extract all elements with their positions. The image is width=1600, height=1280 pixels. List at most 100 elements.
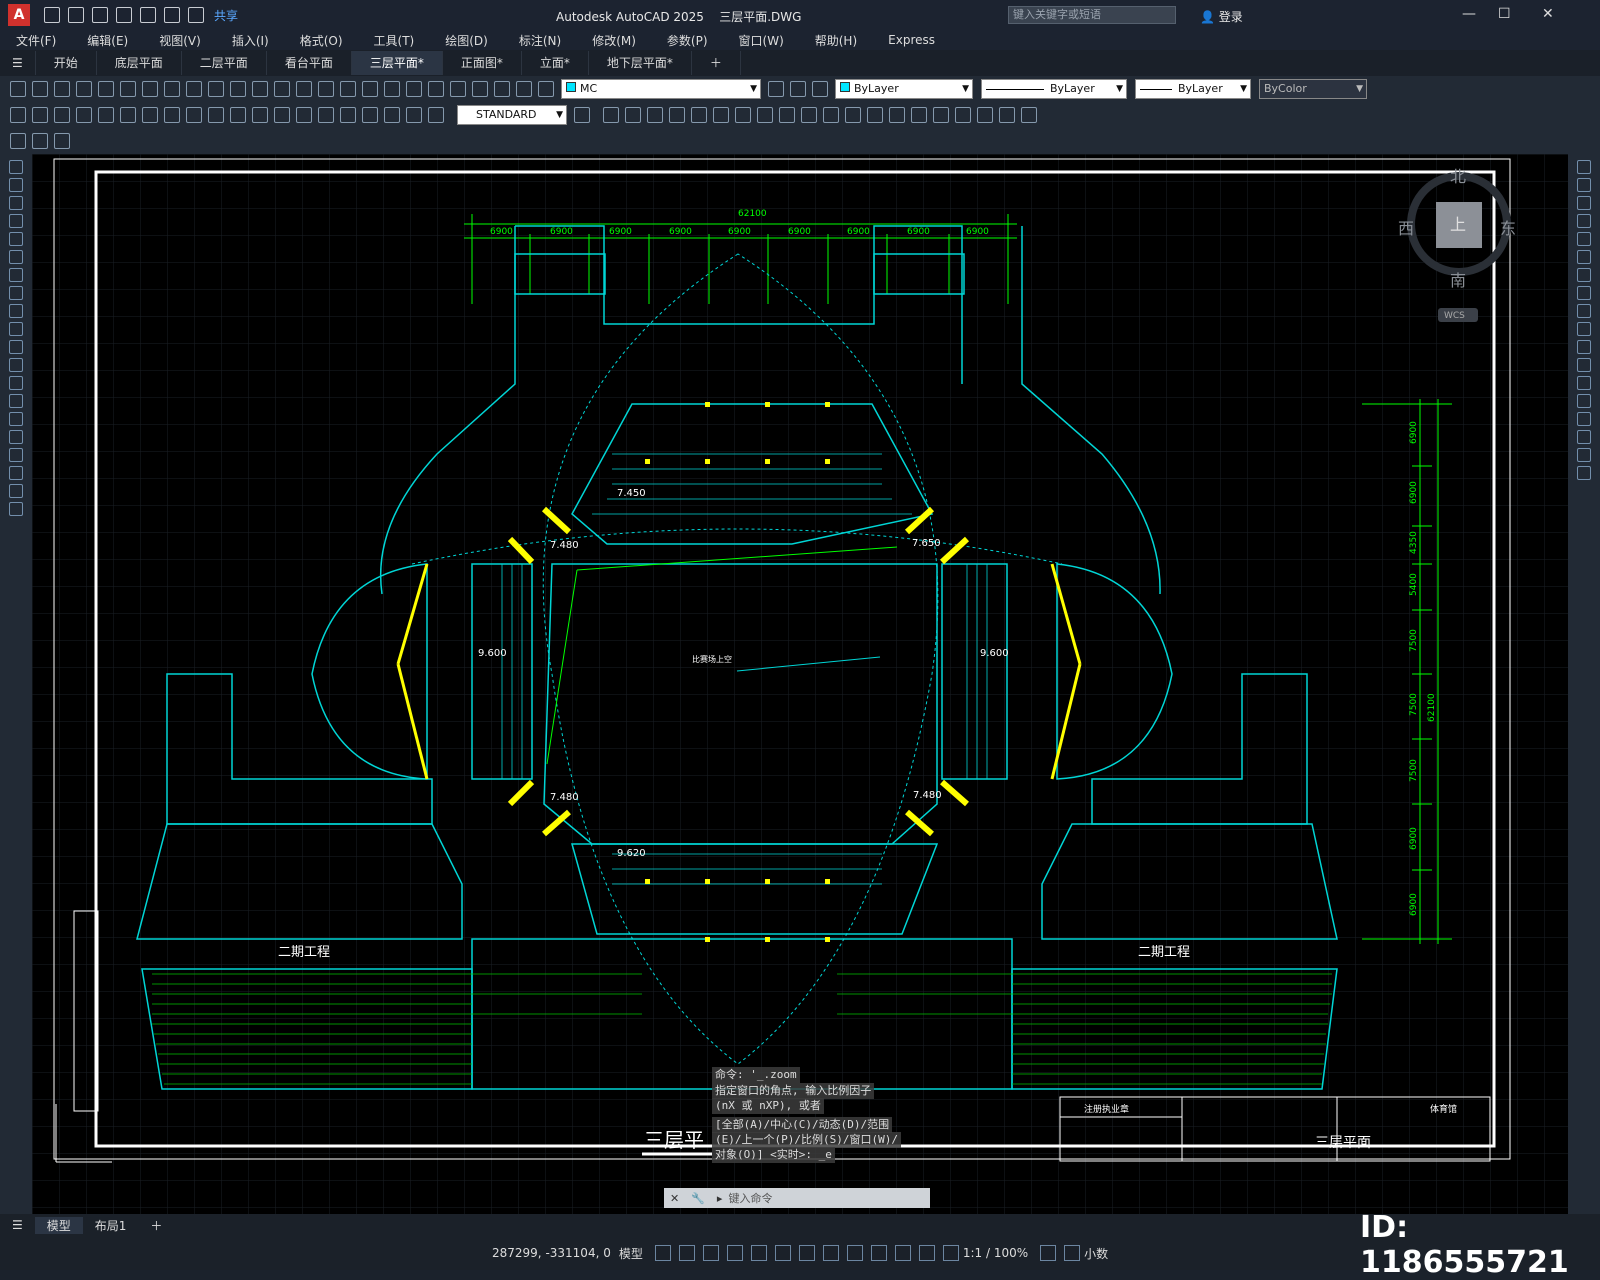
insert-icon[interactable] [955,107,971,123]
chamfer-icon[interactable] [1577,412,1591,426]
pan-icon[interactable] [274,81,290,97]
radius-icon[interactable] [98,107,114,123]
rectangle-icon[interactable] [9,232,23,246]
menu-dimension[interactable]: 标注(N) [503,32,576,49]
layer-dropdown[interactable]: MC ▼ [561,79,761,99]
rotate-icon[interactable] [713,107,729,123]
explode-icon[interactable] [1577,466,1591,480]
scale-icon[interactable] [1577,286,1591,300]
continue-icon[interactable] [230,107,246,123]
command-line[interactable]: ✕ 🔧 ▸ 键入命令 [664,1188,930,1208]
erase-icon[interactable] [1577,160,1591,174]
tab-second-floor[interactable]: 二层平面 [182,51,267,75]
new-icon[interactable] [44,7,60,23]
trim-icon[interactable] [1577,322,1591,336]
tab-front-view[interactable]: 正面图* [443,51,522,75]
line-icon[interactable] [9,160,23,174]
scale-icon[interactable] [735,107,751,123]
viewcube-north[interactable]: 北 [1450,167,1466,186]
tab-stand-plan[interactable]: 看台平面 [267,51,352,75]
ortho-icon[interactable] [702,1245,719,1261]
osnap-icon[interactable] [798,1245,815,1261]
layer-previous-icon[interactable] [790,81,806,97]
maximize-icon[interactable]: ☐ [1498,6,1511,22]
units-readout[interactable]: 小数 [1084,1245,1108,1262]
make-block-icon[interactable] [9,376,23,390]
blend-icon[interactable] [1577,448,1591,462]
hamburger-icon[interactable]: ☰ [0,51,36,75]
polygon-icon[interactable] [9,214,23,228]
grid-icon[interactable] [654,1245,671,1261]
command-input-field[interactable]: 键入命令 [728,1190,772,1206]
break-icon[interactable] [1577,376,1591,390]
menu-tools[interactable]: 工具(T) [358,32,430,49]
save-icon[interactable] [92,7,108,23]
tab-model[interactable]: 模型 [34,1216,83,1234]
wrench-icon[interactable]: 🔧 [691,1192,705,1205]
sun-icon[interactable] [538,81,554,97]
jogged-linear-icon[interactable] [362,107,378,123]
menu-format[interactable]: 格式(O) [284,32,358,49]
menu-parameter[interactable]: 参数(P) [651,32,723,49]
tab-third-floor[interactable]: 三层平面* [351,51,443,75]
dim-break-icon[interactable] [274,107,290,123]
new-icon[interactable] [10,81,26,97]
color-dropdown[interactable]: ByLayer ▼ [835,79,973,99]
minimize-icon[interactable]: — [1462,6,1476,22]
viewcube-east[interactable]: 东 [1500,219,1516,238]
table-icon[interactable] [9,466,23,480]
dim-edit-icon[interactable] [384,107,400,123]
trim-icon[interactable] [779,107,795,123]
circle-icon[interactable] [9,268,23,282]
layout-icon[interactable] [10,133,26,149]
center-mark-icon[interactable] [318,107,334,123]
calculator-icon[interactable] [450,81,466,97]
sheet-icon[interactable] [32,133,48,149]
tab-layout1[interactable]: 布局1 [83,1217,139,1234]
coordinates-readout[interactable]: 287299, -331104, 0 [492,1246,611,1260]
viewcube-west[interactable]: 西 [1398,219,1414,238]
array-icon[interactable] [691,107,707,123]
new-tab-button[interactable]: ＋ [692,51,741,75]
spline-icon[interactable] [9,304,23,318]
close-icon[interactable]: ✕ [670,1192,679,1205]
annotation-scale[interactable]: 1:1 / 100% [963,1246,1028,1260]
arc-length-icon[interactable] [54,107,70,123]
move-icon[interactable] [603,107,619,123]
explode-icon[interactable] [911,107,927,123]
dim-space-icon[interactable] [252,107,268,123]
redo-icon[interactable] [188,7,204,23]
break-point-icon[interactable] [1577,358,1591,372]
chamfer-icon[interactable] [867,107,883,123]
mirror-icon[interactable] [1577,196,1591,210]
make-current-layer-icon[interactable] [768,81,784,97]
add-selected-icon[interactable] [9,502,23,516]
selection-cycling-icon[interactable] [870,1245,887,1261]
region-icon[interactable] [9,448,23,462]
hamburger-icon[interactable]: ☰ [0,1218,35,1232]
tab-ground-floor[interactable]: 底层平面 [97,51,182,75]
drawing-canvas[interactable]: 62100 6900 6900 6900 6900 6900 6900 6900… [32,154,1568,1214]
tab-start[interactable]: 开始 [36,51,97,75]
plot-icon[interactable] [140,7,156,23]
arc-icon[interactable] [9,250,23,264]
match-prop-icon[interactable] [208,81,224,97]
login-button[interactable]: 👤 登录 [1200,8,1243,25]
construction-line-icon[interactable] [9,178,23,192]
preview-icon[interactable] [98,81,114,97]
dimstyle-icon[interactable] [574,107,590,123]
inspect-icon[interactable] [340,107,356,123]
fillet-icon[interactable] [889,107,905,123]
cut-icon[interactable] [142,81,158,97]
aligned-dim-icon[interactable] [32,107,48,123]
menu-view[interactable]: 视图(V) [143,32,216,49]
dim-text-edit-icon[interactable] [406,107,422,123]
tab-basement[interactable]: 地下层平面* [589,51,692,75]
autoscale-icon[interactable] [942,1245,959,1261]
app-menu-button[interactable]: A [8,4,30,26]
extend-icon[interactable] [1577,340,1591,354]
gizmo-icon[interactable] [894,1245,911,1261]
menu-draw[interactable]: 绘图(D) [429,32,503,49]
ellipse-icon[interactable] [9,322,23,336]
layer-manager-icon[interactable] [494,81,510,97]
